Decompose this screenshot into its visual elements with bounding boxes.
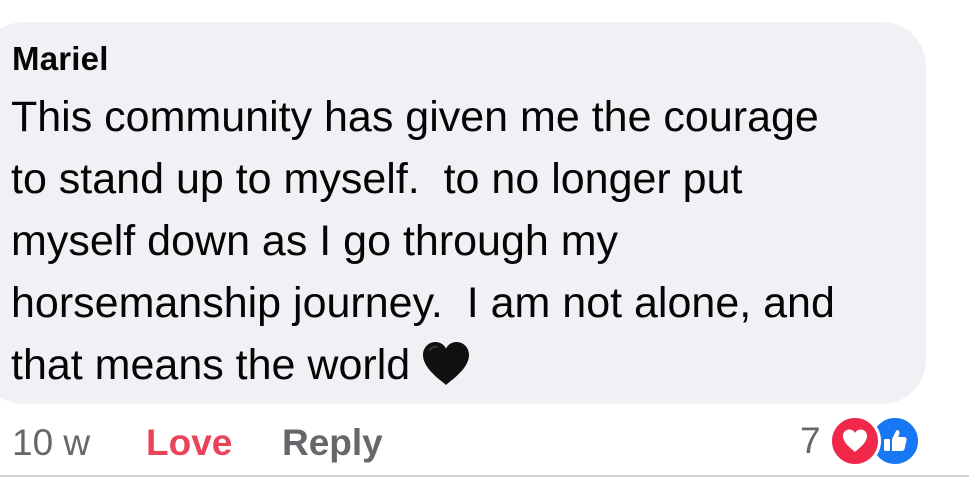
comment-text-line: This community has given me the courage	[11, 93, 819, 141]
comment-text-line: that means the world	[11, 341, 411, 389]
comment-text-line: to stand up to myself. to no longer put	[11, 155, 743, 203]
comment-text-line: myself down as I go through my	[11, 217, 619, 265]
reply-button[interactable]: Reply	[282, 422, 383, 464]
comment-author-name[interactable]: Mariel	[12, 40, 109, 78]
love-icon	[828, 415, 881, 467]
reaction-count: 7	[800, 420, 821, 461]
comment-screenshot: Mariel This community has given me the c…	[0, 0, 969, 477]
love-reaction-button[interactable]: Love	[146, 422, 232, 464]
black-heart-emoji-icon	[420, 341, 472, 387]
comment-text-last-line: that means the world	[11, 334, 911, 396]
comment-timestamp[interactable]: 10 w	[12, 422, 90, 464]
reaction-summary[interactable]: 7	[800, 414, 921, 468]
comment-actions-bar: 10 w Love Reply 7	[0, 412, 969, 472]
comment-text: This community has given me the courage …	[11, 86, 911, 396]
comment-text-line: horsemanship journey. I am not alone, an…	[11, 279, 835, 327]
